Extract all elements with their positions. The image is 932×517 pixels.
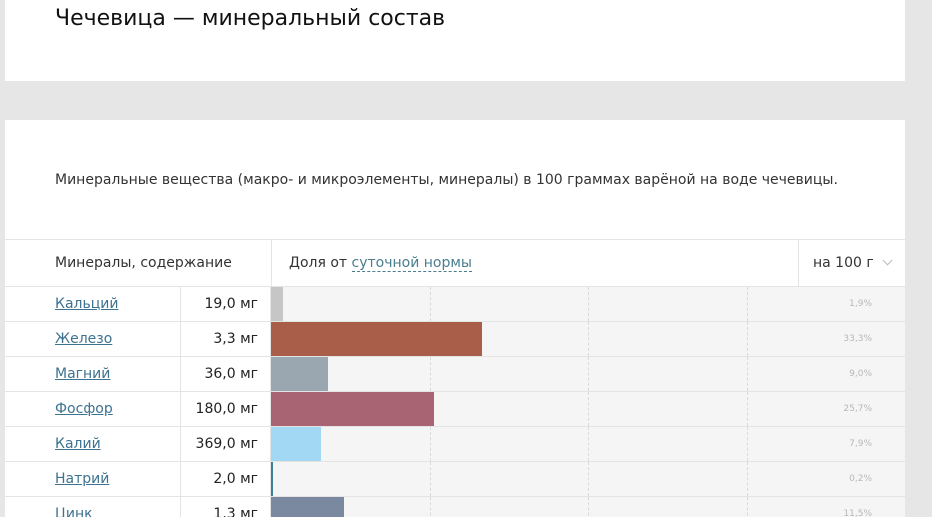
mineral-link[interactable]: Магний xyxy=(55,366,110,382)
table-row: Кальций 19,0 мг 1,9% xyxy=(5,287,905,322)
grid-line xyxy=(430,357,431,391)
daily-share-percent: 0,2% xyxy=(849,474,872,484)
daily-share-bar xyxy=(271,462,273,496)
grid-line xyxy=(747,357,748,391)
table-row: Цинк 1,3 мг 11,5% xyxy=(5,497,905,517)
table-row: Магний 36,0 мг 9,0% xyxy=(5,357,905,392)
grid-line xyxy=(747,392,748,426)
mineral-link[interactable]: Кальций xyxy=(55,296,118,312)
mineral-link[interactable]: Железо xyxy=(55,331,112,347)
table-header: Минералы, содержание Доля от суточной но… xyxy=(5,239,905,287)
mineral-link[interactable]: Натрий xyxy=(55,471,109,487)
daily-share-bar xyxy=(271,392,434,426)
daily-share-bar-cell: 9,0% xyxy=(271,357,905,391)
table-row: Калий 369,0 мг 7,9% xyxy=(5,427,905,462)
grid-line xyxy=(430,462,431,496)
mineral-amount: 369,0 мг xyxy=(180,427,271,461)
mineral-name-cell: Натрий xyxy=(55,462,109,496)
daily-share-bar xyxy=(271,287,283,321)
daily-share-bar-cell: 33,3% xyxy=(271,322,905,356)
daily-share-percent: 9,0% xyxy=(849,369,872,379)
daily-share-bar-cell: 11,5% xyxy=(271,497,905,517)
grid-line xyxy=(588,427,589,461)
mineral-name-cell: Фосфор xyxy=(55,392,113,426)
daily-share-percent: 1,9% xyxy=(849,299,872,309)
mineral-amount: 3,3 мг xyxy=(180,322,271,356)
table-row: Железо 3,3 мг 33,3% xyxy=(5,322,905,357)
daily-share-percent: 11,5% xyxy=(843,509,872,517)
mineral-amount: 19,0 мг xyxy=(180,287,271,321)
grid-line xyxy=(588,462,589,496)
mineral-link[interactable]: Цинк xyxy=(55,506,93,517)
mineral-amount: 36,0 мг xyxy=(180,357,271,391)
table-row: Фосфор 180,0 мг 25,7% xyxy=(5,392,905,427)
grid-line xyxy=(430,497,431,517)
minerals-description: Минеральные вещества (макро- и микроэлем… xyxy=(55,172,838,188)
table-body: Кальций 19,0 мг 1,9% Железо 3,3 мг 33,3% Магни… xyxy=(5,287,905,517)
header-share-prefix: Доля от xyxy=(289,255,348,271)
minerals-card: Минеральные вещества (макро- и микроэлем… xyxy=(5,120,905,517)
mineral-name-cell: Калий xyxy=(55,427,101,461)
header-daily-share: Доля от суточной нормы xyxy=(271,240,799,286)
header-minerals: Минералы, содержание xyxy=(55,255,232,271)
mineral-amount: 180,0 мг xyxy=(180,392,271,426)
daily-share-bar-cell: 7,9% xyxy=(271,427,905,461)
page-title: Чечевица — минеральный состав xyxy=(55,6,446,31)
daily-share-bar xyxy=(271,497,344,517)
mineral-name-cell: Железо xyxy=(55,322,112,356)
grid-line xyxy=(747,322,748,356)
mineral-name-cell: Кальций xyxy=(55,287,118,321)
grid-line xyxy=(588,287,589,321)
per-100g-label: на 100 г xyxy=(813,255,874,271)
table-row: Натрий 2,0 мг 0,2% xyxy=(5,462,905,497)
daily-share-percent: 7,9% xyxy=(849,439,872,449)
daily-norm-link[interactable]: суточной нормы xyxy=(351,255,472,272)
grid-line xyxy=(747,497,748,517)
mineral-name-cell: Магний xyxy=(55,357,110,391)
mineral-link[interactable]: Калий xyxy=(55,436,101,452)
daily-share-bar-cell: 1,9% xyxy=(271,287,905,321)
daily-share-bar-cell: 25,7% xyxy=(271,392,905,426)
daily-share-bar xyxy=(271,322,482,356)
mineral-amount: 2,0 мг xyxy=(180,462,271,496)
grid-line xyxy=(588,322,589,356)
per-100g-dropdown[interactable]: на 100 г xyxy=(800,240,905,286)
daily-share-percent: 25,7% xyxy=(843,404,872,414)
grid-line xyxy=(588,392,589,426)
daily-share-bar xyxy=(271,427,321,461)
daily-share-bar xyxy=(271,357,328,391)
daily-share-percent: 33,3% xyxy=(843,334,872,344)
grid-line xyxy=(747,287,748,321)
grid-line xyxy=(430,287,431,321)
grid-line xyxy=(747,427,748,461)
daily-share-bar-cell: 0,2% xyxy=(271,462,905,496)
mineral-link[interactable]: Фосфор xyxy=(55,401,113,417)
minerals-table: Минералы, содержание Доля от суточной но… xyxy=(5,239,905,517)
grid-line xyxy=(430,427,431,461)
mineral-amount: 1,3 мг xyxy=(180,497,271,517)
title-card: Чечевица — минеральный состав xyxy=(5,0,905,81)
grid-line xyxy=(588,497,589,517)
chevron-down-icon xyxy=(882,255,893,266)
grid-line xyxy=(747,462,748,496)
mineral-name-cell: Цинк xyxy=(55,497,93,517)
grid-line xyxy=(588,357,589,391)
